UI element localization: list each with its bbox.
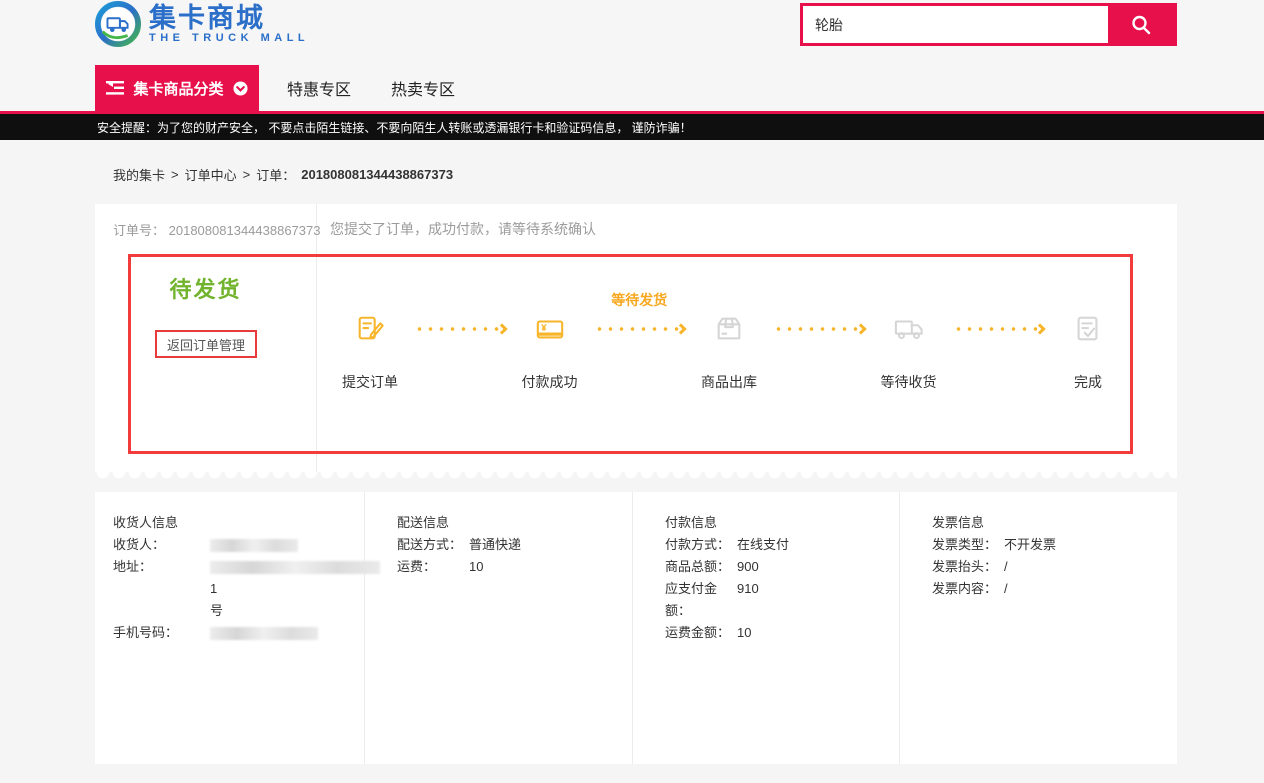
logo-subtitle: THE TRUCK MALL bbox=[149, 32, 309, 45]
column-title: 收货人信息 bbox=[113, 512, 364, 534]
step-label: 提交订单 bbox=[342, 372, 398, 392]
column-title: 付款信息 bbox=[665, 512, 899, 534]
column-title: 发票信息 bbox=[932, 512, 1177, 534]
progress-arrow bbox=[414, 314, 506, 344]
order-status-message: 您提交了订单，成功付款，请等待系统确认 bbox=[330, 219, 596, 239]
step-label: 付款成功 bbox=[522, 372, 578, 392]
info-row-freight-amount: 运费金额： 10 bbox=[665, 622, 899, 644]
breadcrumb-my-account[interactable]: 我的集卡 bbox=[113, 165, 165, 184]
delivery-info-column: 配送信息 配送方式： 普通快递 运费： 10 bbox=[365, 492, 633, 764]
step-goods-dispatched: 商品出库 bbox=[697, 314, 761, 392]
current-step-flag: 等待发货 bbox=[594, 290, 686, 310]
order-status-badge: 待发货 bbox=[95, 272, 316, 304]
info-row-goods-total: 商品总额： 900 bbox=[665, 556, 899, 578]
receipt-edge-decoration bbox=[95, 472, 1177, 480]
invoice-info-column: 发票信息 发票类型： 不开发票 发票抬头： / 发票内容： / bbox=[900, 492, 1177, 764]
order-status-card: 订单号： 201808081344438867373 您提交了订单，成功付款，请… bbox=[95, 204, 1177, 472]
search-button[interactable] bbox=[1108, 6, 1174, 43]
progress-arrow: 等待发货 bbox=[594, 314, 686, 344]
info-row-phone: 手机号码： bbox=[113, 622, 364, 644]
category-menu-button[interactable]: 集卡商品分类 bbox=[95, 65, 259, 111]
step-awaiting-receipt: 等待收货 bbox=[877, 314, 941, 392]
info-row-invoice-content: 发票内容： / bbox=[932, 578, 1177, 600]
security-notice-text: 安全提醒：为了您的财产安全， 不要点击陌生链接、不要向陌生人转账或透漏银行卡和验… bbox=[97, 119, 692, 136]
step-complete: 完成 bbox=[1056, 314, 1120, 392]
search-icon bbox=[1129, 13, 1153, 37]
step-payment-success: 付款成功 bbox=[518, 314, 582, 392]
package-icon bbox=[714, 314, 744, 344]
address-line2: 号 bbox=[210, 603, 223, 618]
bank-card-icon bbox=[535, 314, 565, 344]
truck-logo-icon bbox=[95, 1, 141, 47]
column-title: 配送信息 bbox=[397, 512, 632, 534]
logo-title: 集卡商城 bbox=[149, 4, 309, 32]
truck-icon bbox=[894, 314, 924, 344]
step-label: 商品出库 bbox=[701, 372, 757, 392]
info-row-consignee: 收货人： bbox=[113, 534, 364, 556]
info-row-payment-method: 付款方式： 在线支付 bbox=[665, 534, 899, 556]
site-logo[interactable]: 集卡商城 THE TRUCK MALL bbox=[95, 1, 309, 47]
security-notice-bar: 安全提醒：为了您的财产安全， 不要点击陌生链接、不要向陌生人转账或透漏银行卡和验… bbox=[0, 114, 1264, 140]
progress-arrow bbox=[953, 314, 1045, 344]
step-label: 完成 bbox=[1074, 372, 1102, 392]
main-nav: 集卡商品分类 特惠专区 热卖专区 bbox=[0, 48, 1264, 114]
progress-arrow bbox=[773, 314, 865, 344]
search-box bbox=[800, 3, 1177, 46]
consignee-info-column: 收货人信息 收货人： 地址： 1 号 手机号码： bbox=[95, 492, 365, 764]
breadcrumb-separator: > bbox=[171, 167, 179, 182]
chevron-down-circle-icon bbox=[233, 81, 248, 96]
document-check-icon bbox=[1073, 314, 1103, 344]
payment-info-column: 付款信息 付款方式： 在线支付 商品总额： 900 应支付金额： 910 运费金… bbox=[633, 492, 900, 764]
breadcrumb-order-number: 201808081344438867373 bbox=[301, 167, 453, 182]
info-row-invoice-type: 发票类型： 不开发票 bbox=[932, 534, 1177, 556]
order-number-value: 201808081344438867373 bbox=[169, 223, 321, 238]
breadcrumb-order-prefix: 订单： bbox=[256, 165, 295, 184]
menu-icon bbox=[106, 81, 124, 95]
address-visible-suffix: 1 bbox=[210, 581, 217, 596]
redacted-phone-number bbox=[210, 627, 318, 640]
info-row-shipping-fee: 运费： 10 bbox=[397, 556, 632, 578]
order-number-label: 订单号： bbox=[113, 223, 165, 238]
step-label: 等待收货 bbox=[881, 372, 937, 392]
info-row-address: 地址： 1 号 bbox=[113, 556, 364, 622]
order-info-card: 收货人信息 收货人： 地址： 1 号 手机号码： 配送信息 配送方式： 普通快递… bbox=[95, 492, 1177, 764]
document-edit-icon bbox=[355, 314, 385, 344]
nav-link-special-offers[interactable]: 特惠专区 bbox=[287, 76, 351, 100]
category-menu-label: 集卡商品分类 bbox=[133, 78, 223, 99]
info-row-delivery-method: 配送方式： 普通快递 bbox=[397, 534, 632, 556]
back-to-orders-button[interactable]: 返回订单管理 bbox=[155, 330, 257, 358]
order-number-row: 订单号： 201808081344438867373 bbox=[113, 220, 320, 239]
step-submit-order: 提交订单 bbox=[338, 314, 402, 392]
site-header: 集卡商城 THE TRUCK MALL bbox=[0, 0, 1264, 48]
breadcrumb-separator: > bbox=[243, 167, 251, 182]
breadcrumb: 我的集卡 > 订单中心 > 订单： 201808081344438867373 bbox=[113, 164, 1264, 184]
redacted-consignee-name bbox=[210, 539, 298, 552]
search-input[interactable] bbox=[803, 6, 1108, 43]
info-row-amount-payable: 应支付金额： 910 bbox=[665, 578, 899, 622]
info-row-invoice-title: 发票抬头： / bbox=[932, 556, 1177, 578]
redacted-address bbox=[210, 561, 380, 574]
order-progress-tracker: 提交订单 付款成功 等待发货 商品出库 bbox=[318, 254, 1130, 392]
breadcrumb-order-center[interactable]: 订单中心 bbox=[185, 165, 237, 184]
nav-link-hot-sale[interactable]: 热卖专区 bbox=[391, 76, 455, 100]
